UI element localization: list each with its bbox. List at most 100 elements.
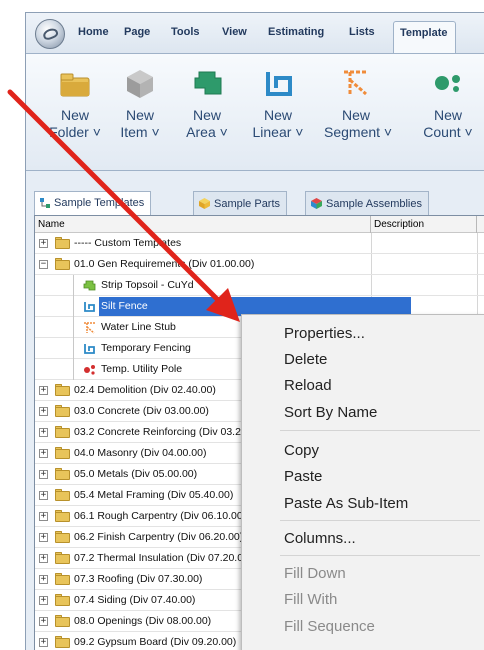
new-segment-label-2: Segment ˅ — [324, 124, 393, 140]
menu-item-paste[interactable]: Paste — [284, 468, 322, 485]
linear-item-icon — [83, 300, 96, 313]
tree-row-label: 09.2 Gypsum Board (Div 09.20.00) — [74, 636, 237, 648]
tree-row-label: 06.2 Finish Carpentry (Div 06.20.00) — [74, 531, 244, 543]
menu-item-columns[interactable]: Columns... — [284, 530, 356, 547]
tree-row-label: Temp. Utility Pole — [101, 363, 183, 375]
tab-estimating[interactable]: Estimating — [268, 26, 324, 38]
new-count-label-2: Count ˅ — [423, 124, 473, 140]
folder-icon — [55, 531, 70, 543]
folder-icon — [55, 237, 70, 249]
tab-tools[interactable]: Tools — [171, 26, 200, 38]
cube-icon — [124, 66, 156, 100]
new-item-label-2: Item ˅ — [120, 124, 160, 140]
folder-icon — [55, 615, 70, 627]
area-icon — [191, 66, 223, 100]
tree-row[interactable]: Strip Topsoil - CuYd — [35, 275, 484, 296]
expand-icon[interactable]: + — [39, 239, 48, 248]
new-item-label-1: New — [125, 107, 154, 123]
menu-item-delete[interactable]: Delete — [284, 351, 327, 368]
parts-cube-icon — [198, 197, 211, 213]
menu-item-reload[interactable]: Reload — [284, 377, 332, 394]
expand-icon[interactable]: + — [39, 428, 48, 437]
app-logo-icon — [41, 26, 60, 42]
menu-item-sort-by-name[interactable]: Sort By Name — [284, 404, 377, 421]
expand-icon[interactable]: + — [39, 638, 48, 647]
template-tree-icon — [39, 197, 51, 212]
menu-separator — [280, 520, 480, 521]
tree-row-label: Water Line Stub — [101, 321, 176, 333]
tab-sample-templates[interactable]: Sample Templates — [34, 191, 152, 216]
new-linear-button[interactable]: New Linear ˅ — [246, 66, 310, 141]
expand-icon[interactable]: + — [39, 407, 48, 416]
folder-icon — [55, 258, 70, 270]
tree-guide-line — [73, 296, 74, 317]
menu-item-copy[interactable]: Copy — [284, 442, 319, 459]
tree-row-label: 07.2 Thermal Insulation (Div 07.20.00) — [74, 552, 253, 564]
tab-sample-assemblies-label: Sample Assemblies — [326, 198, 422, 210]
linear-icon — [262, 66, 294, 100]
tree-row-label: 01.0 Gen Requirements (Div 01.00.00) — [74, 258, 255, 270]
application-menu-button[interactable] — [35, 19, 65, 49]
expand-icon[interactable]: + — [39, 512, 48, 521]
tab-sample-parts-label: Sample Parts — [214, 198, 281, 210]
tab-view[interactable]: View — [222, 26, 247, 38]
new-area-label-1: New — [192, 107, 221, 123]
app-window: Home Page Tools View Estimating Lists Te… — [25, 12, 484, 650]
tree-row-label: 06.1 Rough Carpentry (Div 06.10.00) — [74, 510, 247, 522]
template-panel-tabs: Sample Templates Sample Parts Sample Ass… — [34, 191, 474, 216]
tab-page[interactable]: Page — [124, 26, 150, 38]
expand-icon[interactable]: + — [39, 449, 48, 458]
expand-icon[interactable]: + — [39, 470, 48, 479]
expand-icon[interactable]: + — [39, 491, 48, 500]
tab-home[interactable]: Home — [78, 26, 109, 38]
new-item-button[interactable]: New Item ˅ — [108, 66, 172, 141]
tree-row-label: 05.4 Metal Framing (Div 05.40.00) — [74, 489, 234, 501]
tree-guide-line — [73, 275, 74, 296]
tab-sample-parts[interactable]: Sample Parts — [193, 191, 288, 215]
assemblies-cube-icon — [310, 197, 323, 213]
tree-row-label: 07.4 Siding (Div 07.40.00) — [74, 594, 196, 606]
tree-row-label: ----- Custom Templates — [74, 237, 182, 249]
folder-icon — [55, 447, 70, 459]
context-menu: Properties... Delete Reload Sort By Name Cop… — [241, 314, 484, 650]
tree-guide-line — [73, 317, 74, 338]
folder-icon — [55, 552, 70, 564]
new-linear-label-1: New — [263, 107, 292, 123]
menu-item-paste-as-sub-item[interactable]: Paste As Sub-Item — [284, 495, 408, 512]
column-header-name[interactable]: Name — [35, 216, 371, 233]
new-segment-button[interactable]: New Segment ˅ — [324, 66, 393, 141]
expand-icon[interactable]: + — [39, 554, 48, 563]
count-item-icon — [83, 363, 96, 376]
expand-icon[interactable]: + — [39, 386, 48, 395]
expand-icon[interactable]: + — [39, 575, 48, 584]
folder-icon — [59, 66, 91, 100]
new-area-button[interactable]: New Area ˅ — [175, 66, 239, 141]
expand-icon[interactable]: + — [39, 596, 48, 605]
menu-separator — [280, 430, 480, 431]
column-header-description[interactable]: Description — [371, 216, 477, 233]
tab-lists[interactable]: Lists — [349, 26, 375, 38]
new-folder-label-2: Folder ˅ — [49, 124, 101, 140]
menu-item-properties[interactable]: Properties... — [284, 325, 365, 342]
tab-sample-assemblies[interactable]: Sample Assemblies — [305, 191, 429, 215]
tree-row-label: 02.4 Demolition (Div 02.40.00) — [74, 384, 216, 396]
tree-row-label: 05.0 Metals (Div 05.00.00) — [74, 468, 198, 480]
collapse-icon[interactable]: − — [39, 260, 48, 269]
expand-icon[interactable]: + — [39, 533, 48, 542]
tree-row[interactable]: + ----- Custom Templates — [35, 233, 484, 254]
linear-item-icon — [83, 342, 96, 355]
tab-template[interactable]: Template — [393, 21, 457, 54]
folder-icon — [55, 594, 70, 606]
new-count-button[interactable]: New Count ˅ — [416, 66, 480, 141]
folder-icon — [55, 384, 70, 396]
tree-row-label: 07.3 Roofing (Div 07.30.00) — [74, 573, 203, 585]
expand-icon[interactable]: + — [39, 617, 48, 626]
folder-icon — [55, 426, 70, 438]
folder-icon — [55, 405, 70, 417]
folder-icon — [55, 468, 70, 480]
tree-row[interactable]: − 01.0 Gen Requirements (Div 01.00.00) — [35, 254, 484, 275]
tab-sample-templates-label: Sample Templates — [54, 197, 145, 209]
ribbon-panel: New Folder ˅ New Item ˅ New Area ˅ New L… — [26, 53, 484, 171]
new-folder-button[interactable]: New Folder ˅ — [43, 66, 107, 141]
new-folder-label-1: New — [60, 107, 89, 123]
